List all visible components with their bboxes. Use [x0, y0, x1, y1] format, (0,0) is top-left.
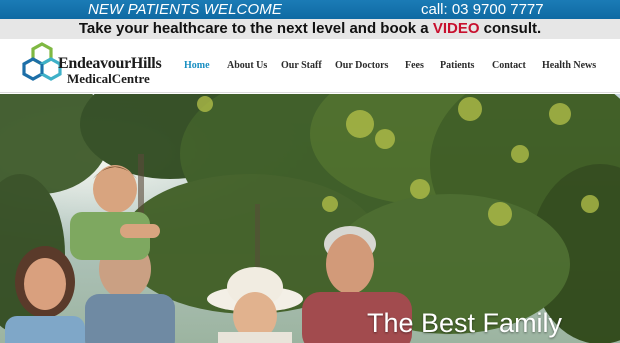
- nav-fees[interactable]: Fees: [405, 59, 424, 73]
- nav-home[interactable]: Home: [184, 59, 210, 73]
- site-logo[interactable]: EndeavourHills MedicalCentre: [22, 42, 162, 90]
- hexagon-logo-icon: [22, 42, 62, 81]
- site-header: EndeavourHills MedicalCentre Home About …: [0, 39, 620, 93]
- nav-about-us[interactable]: About Us: [227, 59, 267, 73]
- nav-health-news[interactable]: Health News: [542, 59, 596, 73]
- promo-text-before: Take your healthcare to the next level a…: [78, 20, 433, 37]
- promo-text-after: consult.: [479, 20, 542, 37]
- logo-line-1: EndeavourHills: [58, 55, 162, 72]
- promo-video-highlight: VIDEO: [432, 20, 480, 37]
- new-patients-welcome: NEW PATIENTS WELCOME: [88, 1, 282, 18]
- video-consult-banner[interactable]: Take your healthcare to the next level a…: [0, 19, 620, 39]
- nav-our-staff[interactable]: Our Staff: [281, 59, 322, 73]
- nav-our-doctors[interactable]: Our Doctors: [335, 59, 388, 73]
- nav-contact[interactable]: Contact: [492, 59, 526, 73]
- hero-banner: The Best Family: [0, 94, 620, 343]
- hero-caption: The Best Family: [367, 308, 563, 338]
- top-bar: NEW PATIENTS WELCOME call: 03 9700 7777: [0, 0, 620, 19]
- logo-line-2: MedicalCentre: [67, 71, 150, 86]
- phone-call-link[interactable]: call: 03 9700 7777: [421, 1, 544, 18]
- family-photo-image: [0, 94, 620, 343]
- nav-patients[interactable]: Patients: [440, 59, 474, 73]
